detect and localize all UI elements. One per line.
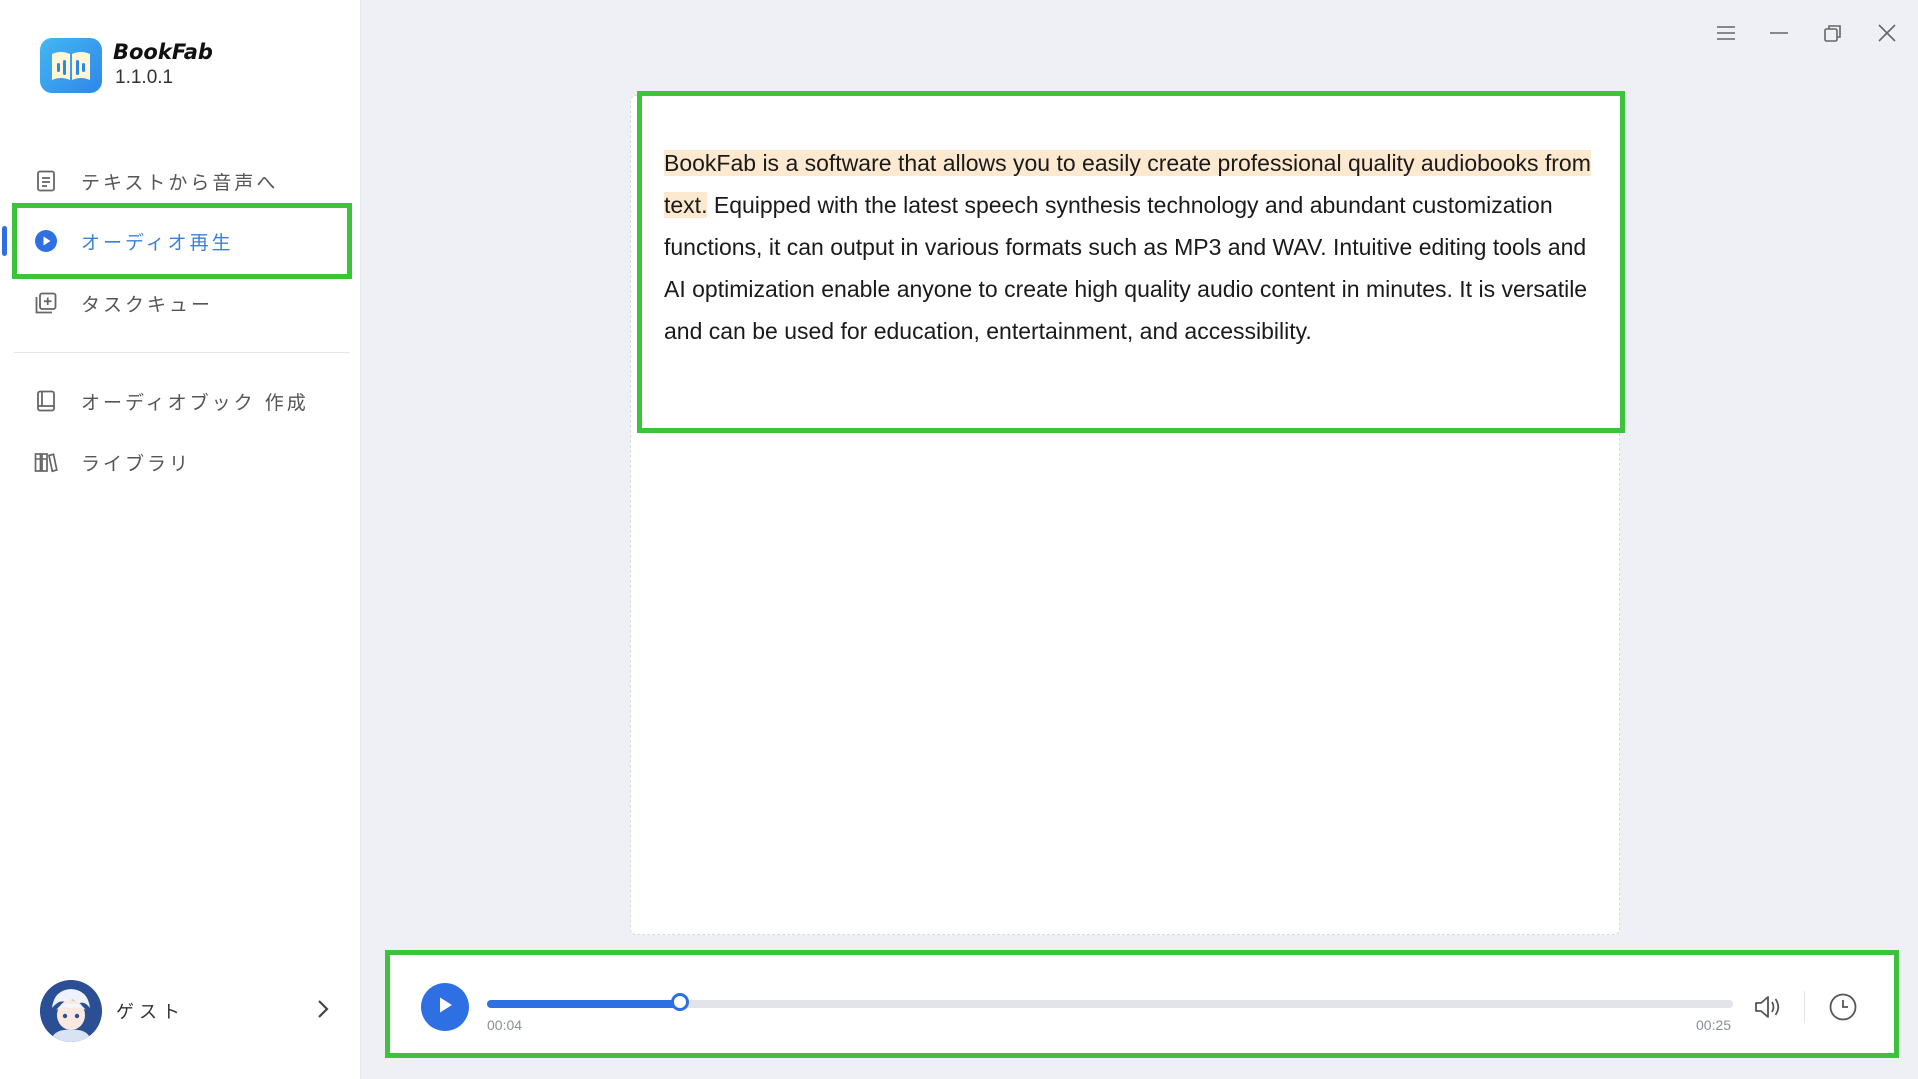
sidebar-divider [14, 352, 350, 353]
user-profile[interactable]: ゲスト [40, 980, 330, 1042]
volume-icon[interactable] [1751, 990, 1785, 1024]
restore-icon[interactable] [1818, 18, 1848, 48]
play-circle-icon [33, 228, 59, 254]
book-icon [33, 388, 59, 414]
current-time: 00:04 [487, 1017, 523, 1033]
app-logo [40, 38, 102, 93]
app-name: BookFab [113, 40, 213, 64]
sidebar-item-label: オーディオブック 作成 [81, 391, 309, 414]
sidebar-item-task-queue[interactable]: タスクキュー [14, 272, 350, 334]
active-indicator [2, 226, 7, 256]
sidebar-item-text-to-speech[interactable]: テキストから音声へ [14, 150, 350, 212]
remaining-text: Equipped with the latest speech synthesi… [664, 192, 1588, 344]
progress-slider[interactable] [487, 993, 1733, 1011]
sidebar: BookFab 1.1.0.1 テキストから音声へ オーディオ再生 タスクキュー… [0, 0, 361, 1079]
sidebar-item-audiobook-creation[interactable]: オーディオブック 作成 [14, 370, 350, 432]
menu-icon[interactable] [1711, 18, 1741, 48]
play-button[interactable] [421, 983, 469, 1031]
sidebar-item-label: テキストから音声へ [81, 171, 279, 194]
progress-thumb[interactable] [671, 993, 690, 1011]
sidebar-item-label: タスクキュー [81, 293, 214, 316]
avatar [40, 980, 102, 1042]
user-name: ゲスト [116, 1002, 185, 1023]
sidebar-item-label: オーディオ再生 [81, 231, 234, 254]
progress-fill [487, 1000, 681, 1008]
sidebar-item-audio-playback[interactable]: オーディオ再生 [12, 203, 352, 279]
player-divider [1804, 991, 1805, 1023]
total-time: 00:25 [1696, 1017, 1732, 1033]
minimize-icon[interactable] [1764, 18, 1794, 48]
library-icon [33, 449, 59, 475]
text-content-box[interactable]: BookFab is a software that allows you to… [637, 91, 1625, 433]
document-text: BookFab is a software that allows you to… [664, 142, 1598, 352]
app-version: 1.1.0.1 [115, 67, 174, 88]
clock-icon[interactable] [1826, 990, 1860, 1024]
document-icon [33, 168, 59, 194]
sidebar-item-label: ライブラリ [81, 452, 192, 475]
close-icon[interactable] [1872, 18, 1902, 48]
task-queue-icon [33, 290, 59, 316]
play-icon [435, 995, 455, 1019]
chevron-right-icon[interactable] [316, 996, 330, 1026]
sidebar-item-library[interactable]: ライブラリ [14, 431, 350, 493]
